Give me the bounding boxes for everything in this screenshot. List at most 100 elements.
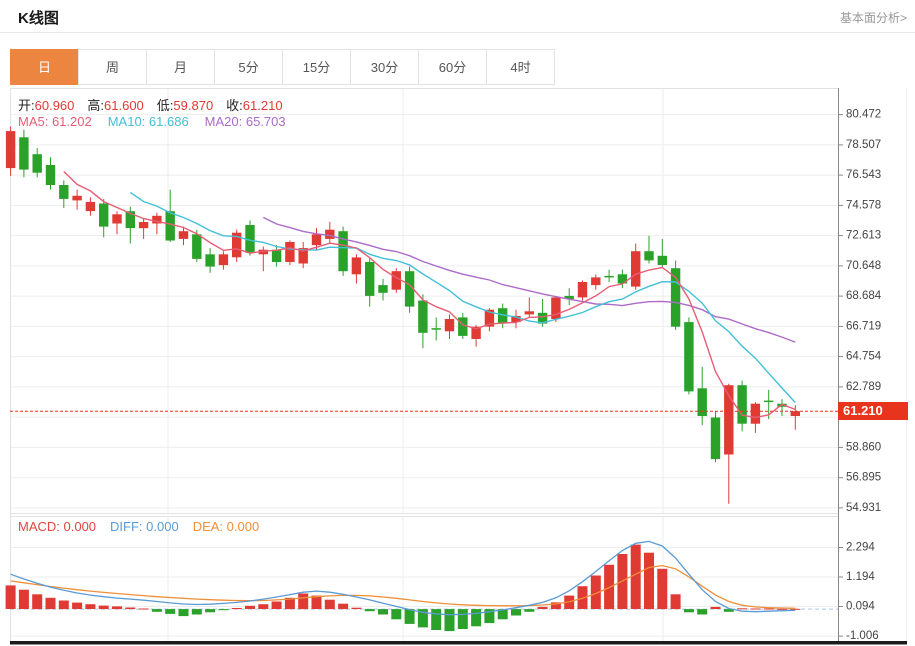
macd-row-item: DIFF: 0.000 [110, 519, 179, 534]
macd-bar [631, 545, 641, 609]
macd-bar [32, 594, 42, 609]
candle-body [644, 251, 653, 260]
candle-body [432, 328, 441, 330]
interval-tab-周[interactable]: 周 [78, 49, 147, 85]
y-axis-label: 54.931 [846, 502, 881, 514]
candle-body [112, 214, 121, 223]
interval-tab-月[interactable]: 月 [146, 49, 215, 85]
interval-tab-15分[interactable]: 15分 [282, 49, 351, 85]
y-axis-label-macd: 1.194 [846, 571, 875, 583]
candle-body [591, 277, 600, 285]
field-label: 低: [157, 98, 174, 113]
macd-bar [232, 608, 242, 609]
y-axis-label: 66.719 [846, 320, 881, 332]
candle-body [272, 250, 281, 262]
macd-bar [351, 608, 361, 609]
widget-header: K线图 基本面分析> [0, 0, 915, 33]
candle-body [46, 165, 55, 185]
macd-bar [46, 598, 56, 609]
macd-bar [737, 608, 747, 609]
interval-tab-30分[interactable]: 30分 [350, 49, 419, 85]
field-label: 高: [87, 98, 104, 113]
quote-row-item: 高:61.600 [87, 98, 156, 113]
interval-tab-5分[interactable]: 5分 [214, 49, 283, 85]
candle-body [19, 137, 28, 169]
macd-bar [750, 609, 760, 610]
candle-body [352, 257, 361, 274]
candle-body [179, 231, 188, 239]
candle-body [551, 297, 560, 319]
candle-body [525, 311, 534, 314]
current-price-tag: 61.210 [838, 402, 908, 420]
candle-body [166, 211, 175, 240]
fundamental-analysis-link[interactable]: 基本面分析> [840, 9, 907, 26]
candle-body [219, 254, 228, 265]
macd-bar [19, 590, 29, 609]
field-value: 61.210 [243, 98, 283, 113]
candle-body [99, 204, 108, 227]
field-label: DIFF: [110, 519, 143, 534]
candle-body [59, 185, 68, 199]
field-value: 0.000 [143, 519, 179, 534]
field-value: 61.600 [104, 98, 144, 113]
kline-widget: K线图 基本面分析> 日周月5分15分30分60分4时 80.47278.507… [0, 0, 915, 646]
candle-body [33, 154, 42, 173]
macd-bar [72, 603, 82, 609]
y-axis-label-macd: -1.006 [846, 630, 879, 642]
field-label: 收: [226, 98, 243, 113]
macd-bar [205, 609, 215, 612]
candle-body [711, 418, 720, 460]
macd-bar [125, 608, 135, 610]
field-label: MA5: [18, 114, 48, 129]
macd-bar [471, 609, 481, 626]
macd-bar [538, 607, 548, 609]
y-axis-label: 74.578 [846, 199, 881, 211]
y-axis-label-macd: 0.094 [846, 601, 875, 613]
interval-tab-日[interactable]: 日 [10, 49, 79, 85]
candle-body [751, 404, 760, 424]
kline-chart[interactable]: 80.47278.50776.54374.57872.61370.64868.6… [0, 88, 915, 646]
ma-row-item: MA10: 61.686 [108, 114, 189, 129]
macd-bar [431, 609, 441, 630]
candle-body [285, 242, 294, 262]
candle-body [684, 322, 693, 391]
macd-bar [777, 609, 787, 610]
page-title: K线图 [0, 0, 915, 28]
candle-body [139, 222, 148, 228]
ma-values-row: MA5: 61.202MA10: 61.686MA20: 65.703 [18, 114, 302, 129]
macd-row-item: DEA: 0.000 [193, 519, 260, 534]
macd-bar [711, 607, 721, 609]
macd-bar [112, 606, 122, 609]
macd-bar [524, 609, 534, 612]
macd-bar [139, 609, 149, 610]
macd-bar [192, 609, 202, 614]
field-value: 59.870 [173, 98, 213, 113]
y-axis-label: 56.895 [846, 472, 881, 484]
macd-bar [511, 609, 521, 615]
macd-bar [272, 602, 282, 610]
ohlc-quote-row: 开:60.960高:61.600低:59.870收:61.210 [18, 95, 296, 114]
macd-bar [179, 609, 189, 616]
macd-bar [391, 609, 401, 619]
field-label: 开: [18, 98, 35, 113]
candle-body [604, 276, 613, 278]
candle-body [458, 317, 467, 336]
interval-tab-60分[interactable]: 60分 [418, 49, 487, 85]
macd-bar [644, 553, 654, 609]
macd-bar [458, 609, 468, 629]
macd-bar [99, 606, 109, 610]
field-value: 0.000 [223, 519, 259, 534]
y-axis-label: 68.684 [846, 290, 882, 302]
candle-body [86, 202, 95, 211]
interval-tab-4时[interactable]: 4时 [486, 49, 555, 85]
candle-body [378, 285, 387, 293]
candle-body [764, 401, 773, 403]
field-value: 0.000 [60, 519, 96, 534]
quote-row-item: 收:61.210 [226, 98, 295, 113]
field-label: MA20: [205, 114, 243, 129]
candle-body [698, 388, 707, 416]
macd-bar [365, 609, 375, 611]
macd-bar [218, 609, 228, 610]
y-axis-label: 64.754 [846, 351, 882, 363]
field-label: MA10: [108, 114, 146, 129]
